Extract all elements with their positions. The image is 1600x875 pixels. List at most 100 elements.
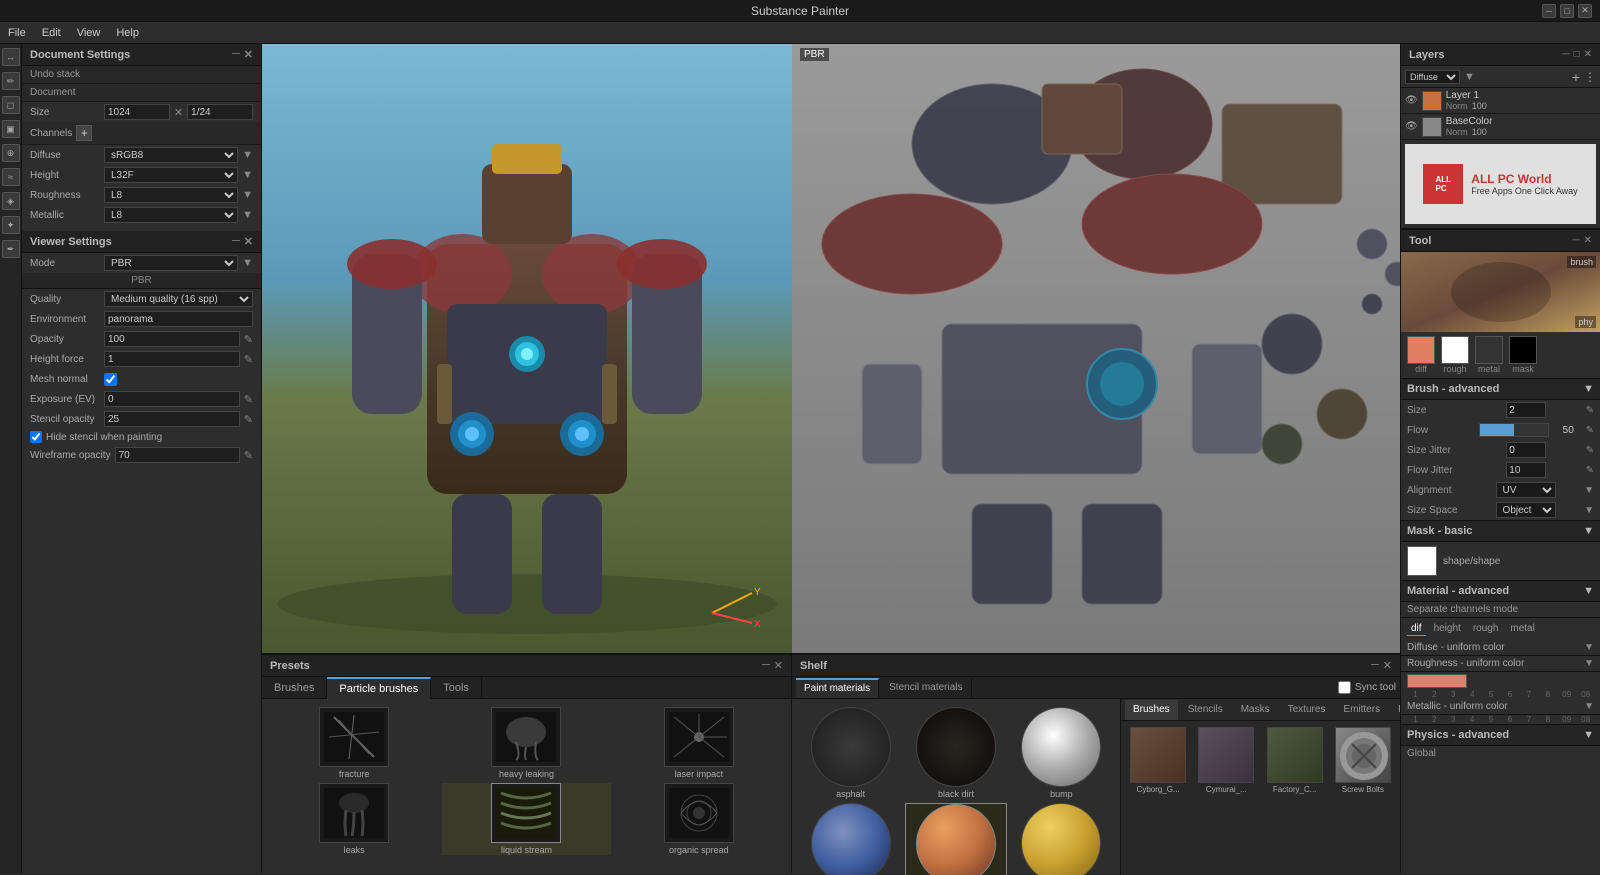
tool-picker[interactable]: ✒ (2, 240, 20, 258)
ch-tab-metal[interactable]: metal (1506, 622, 1538, 636)
height-force-input[interactable] (104, 351, 240, 367)
tool-fill[interactable]: ▣ (2, 120, 20, 138)
mesh-normal-checkbox[interactable] (104, 373, 117, 386)
ch-tab-rough[interactable]: rough (1469, 622, 1503, 636)
sync-tool-checkbox[interactable] (1338, 681, 1351, 694)
shelf-tab-textures[interactable]: Textures (1280, 700, 1334, 720)
layer-row[interactable]: 👁 Layer 1 Norm 100 (1401, 88, 1600, 114)
shelf-close[interactable]: ✕ (1383, 659, 1392, 672)
tab-brushes[interactable]: Brushes (262, 677, 327, 699)
stencil-opacity-input[interactable] (104, 411, 240, 427)
wireframe-edit-icon[interactable]: ✎ (244, 449, 253, 462)
flow-slider[interactable] (1479, 423, 1549, 437)
basecolor-visibility[interactable]: 👁 (1405, 121, 1418, 132)
tool-close[interactable]: ✕ (1584, 235, 1592, 246)
flow-edit-icon[interactable]: ✎ (1586, 425, 1594, 436)
tool-smudge[interactable]: ≈ (2, 168, 20, 186)
tab-paint-materials[interactable]: Paint materials (796, 678, 879, 698)
diffuse-type-select[interactable]: sRGB8 (104, 147, 238, 163)
environment-input[interactable] (104, 311, 253, 327)
tool-clone[interactable]: ⊕ (2, 144, 20, 162)
layer1-visibility[interactable]: 👁 (1405, 95, 1418, 106)
viewer-settings-close[interactable]: ✕ (244, 235, 253, 248)
physics-collapse-button[interactable]: ▼ (1583, 729, 1594, 741)
quality-select[interactable]: Medium quality (16 spp) (104, 291, 253, 307)
doc-settings-minimize[interactable]: ─ (232, 48, 240, 61)
tool-brush[interactable]: ✏ (2, 72, 20, 90)
menu-edit[interactable]: Edit (42, 27, 61, 39)
shelf-minimize[interactable]: ─ (1371, 659, 1379, 672)
list-item[interactable]: fracture (270, 707, 438, 779)
tab-particle-brushes[interactable]: Particle brushes (327, 677, 431, 699)
metallic-collapse[interactable]: ▼ (1584, 701, 1594, 712)
height-force-edit-icon[interactable]: ✎ (244, 353, 253, 366)
shelf-tab-masks[interactable]: Masks (1233, 700, 1278, 720)
size-jitter-input[interactable] (1506, 442, 1546, 458)
mask-shape-preview[interactable] (1407, 546, 1437, 576)
presets-close[interactable]: ✕ (774, 659, 783, 672)
stencil-opacity-edit-icon[interactable]: ✎ (244, 413, 253, 426)
shelf-tab-brushes[interactable]: Brushes (1125, 700, 1178, 720)
tab-stencil-materials[interactable]: Stencil materials (881, 678, 971, 698)
layer-row[interactable]: 👁 BaseColor Norm 100 (1401, 114, 1600, 140)
viewport-3d[interactable]: Y X (262, 44, 792, 653)
list-item[interactable]: heavy leaking (442, 707, 610, 779)
doc-settings-close[interactable]: ✕ (244, 48, 253, 61)
tab-tools[interactable]: Tools (431, 677, 482, 699)
list-item[interactable]: black dirt (905, 707, 1006, 799)
roughness-type-select[interactable]: L8 (104, 187, 238, 203)
list-item[interactable]: gold (1011, 803, 1112, 875)
size-prop-input[interactable] (1506, 402, 1546, 418)
close-button[interactable]: ✕ (1578, 4, 1592, 18)
mask-swatch[interactable] (1509, 336, 1537, 364)
add-layer-icon[interactable]: + (1572, 69, 1580, 85)
size-input2[interactable] (187, 104, 253, 120)
list-item[interactable]: cobalt (800, 803, 901, 875)
brush-collapse-button[interactable]: ▼ (1583, 383, 1594, 395)
add-channel-button[interactable]: + (76, 125, 92, 141)
list-item[interactable]: liquid stream (442, 783, 610, 855)
roughness-color-swatch[interactable] (1407, 674, 1467, 688)
ch-tab-height[interactable]: height (1430, 622, 1465, 636)
hide-stencil-checkbox[interactable] (30, 431, 42, 443)
ch-tab-dif[interactable]: dif (1407, 622, 1426, 636)
flow-jitter-edit-icon[interactable]: ✎ (1586, 465, 1594, 476)
mask-collapse-button[interactable]: ▼ (1583, 525, 1594, 537)
wireframe-input[interactable] (115, 447, 240, 463)
layers-close[interactable]: ✕ (1584, 49, 1592, 60)
size-input[interactable] (104, 104, 170, 120)
exposure-input[interactable] (104, 391, 240, 407)
roughness-collapse[interactable]: ▼ (1584, 658, 1594, 669)
exposure-edit-icon[interactable]: ✎ (244, 393, 253, 406)
opacity-input[interactable] (104, 331, 240, 347)
height-type-select[interactable]: L32F (104, 167, 238, 183)
menu-file[interactable]: File (8, 27, 26, 39)
maximize-button[interactable]: □ (1560, 4, 1574, 18)
menu-help[interactable]: Help (116, 27, 139, 39)
list-item[interactable]: laser impact (615, 707, 783, 779)
layers-popout[interactable]: □ (1574, 49, 1580, 60)
diffuse-collapse[interactable]: ▼ (1584, 642, 1594, 653)
viewport-uv[interactable]: PBR Animation time: 16.333 (792, 44, 1400, 653)
list-item[interactable]: asphalt (800, 707, 901, 799)
tool-minimize[interactable]: ─ (1573, 235, 1580, 246)
shelf-tab-stencils[interactable]: Stencils (1180, 700, 1231, 720)
flow-jitter-input[interactable] (1506, 462, 1546, 478)
list-item[interactable]: organic spread (615, 783, 783, 855)
opacity-edit-icon[interactable]: ✎ (244, 333, 253, 346)
blend-mode-select[interactable]: Diffuse (1405, 70, 1460, 84)
list-item[interactable]: copper (905, 803, 1006, 875)
rough-swatch[interactable] (1441, 336, 1469, 364)
tool-transform[interactable]: ✦ (2, 216, 20, 234)
list-item[interactable]: Factory_C... (1264, 727, 1326, 794)
list-item[interactable]: Cyborg_G... (1127, 727, 1189, 794)
tool-move[interactable]: ↔ (2, 48, 20, 66)
alignment-select[interactable]: UV (1496, 482, 1556, 498)
tool-select[interactable]: ◈ (2, 192, 20, 210)
presets-minimize[interactable]: ─ (762, 659, 770, 672)
metallic-type-select[interactable]: L8 (104, 207, 238, 223)
metal-swatch[interactable] (1475, 336, 1503, 364)
shelf-tab-emitters[interactable]: Emitters (1335, 700, 1388, 720)
layer-options-icon[interactable]: ⋮ (1584, 70, 1596, 84)
minimize-button[interactable]: ─ (1542, 4, 1556, 18)
